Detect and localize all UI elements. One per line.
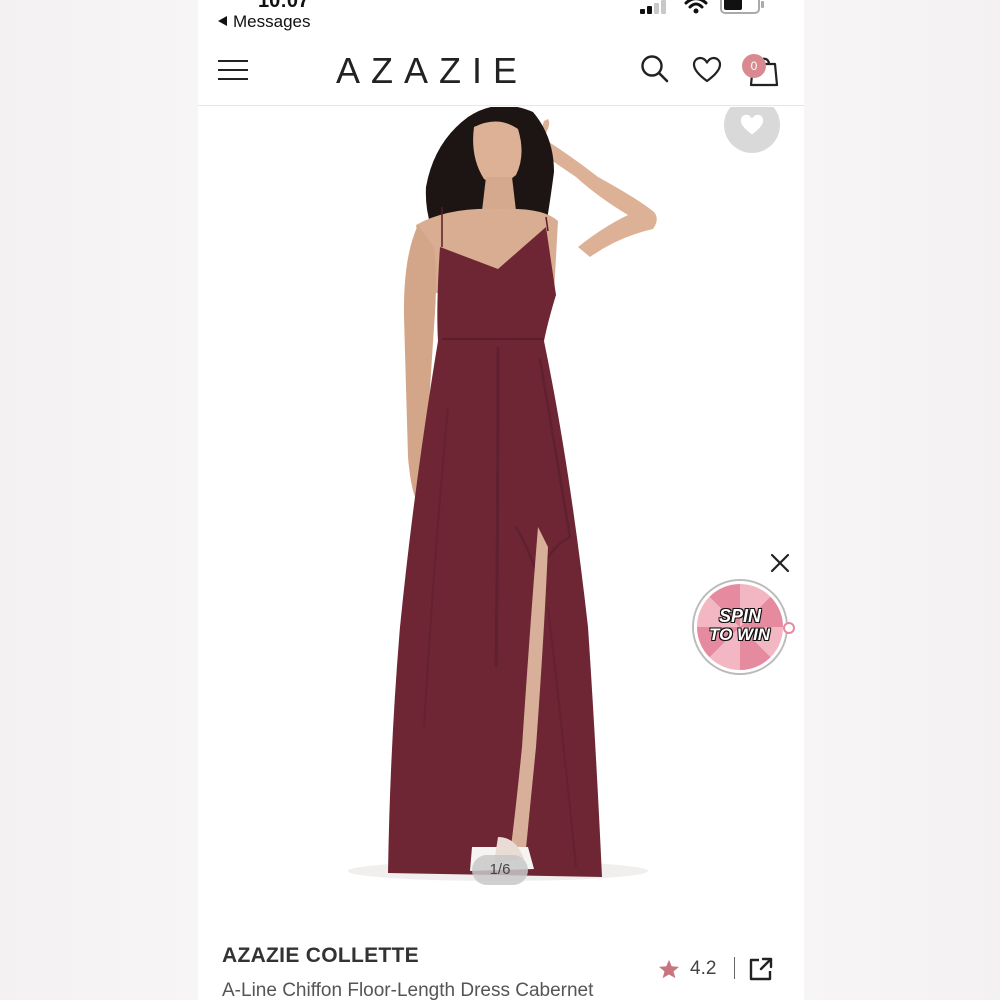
wifi-icon: [684, 0, 708, 14]
spin-text: SPIN: [719, 606, 762, 626]
heart-icon[interactable]: [692, 56, 722, 84]
background-left: [0, 0, 198, 1000]
dress-model-photo: [198, 107, 804, 910]
cell-signal-icon: [640, 0, 672, 14]
menu-icon[interactable]: [218, 58, 248, 82]
share-icon[interactable]: [748, 956, 774, 982]
close-icon[interactable]: [768, 551, 792, 575]
image-pager: 1/6: [472, 855, 528, 885]
cart-count-badge: 0: [742, 54, 766, 78]
product-info: AZAZIE COLLETTE A-Line Chiffon Floor-Len…: [198, 910, 804, 1000]
star-icon: [659, 959, 679, 979]
to-win-text: TO WIN: [709, 625, 771, 644]
product-image[interactable]: SPIN TO WIN 1/6: [198, 107, 804, 910]
spin-to-win-promo[interactable]: SPIN TO WIN: [694, 581, 795, 673]
back-label: Messages: [233, 12, 311, 31]
product-subtitle: A-Line Chiffon Floor-Length Dress Cabern…: [222, 980, 594, 1000]
search-icon[interactable]: [640, 54, 670, 84]
background-right: [804, 0, 1000, 1000]
heart-filled-icon: [740, 114, 764, 135]
phone-screen: 10:07 Messages AZAZIE 0 SPIN TO WIN 1/6 …: [198, 0, 804, 1000]
back-to-messages[interactable]: Messages: [218, 12, 310, 32]
product-name: AZAZIE COLLETTE: [222, 944, 419, 967]
site-header: AZAZIE 0: [198, 38, 804, 106]
rating-value: 4.2: [690, 958, 717, 979]
brand-logo[interactable]: AZAZIE: [336, 50, 528, 92]
battery-icon: [720, 0, 764, 14]
status-bar: 10:07 Messages: [198, 0, 804, 38]
back-arrow-icon: [218, 16, 227, 26]
wheel-pointer-icon: [783, 622, 795, 634]
rating-divider: [734, 957, 735, 979]
